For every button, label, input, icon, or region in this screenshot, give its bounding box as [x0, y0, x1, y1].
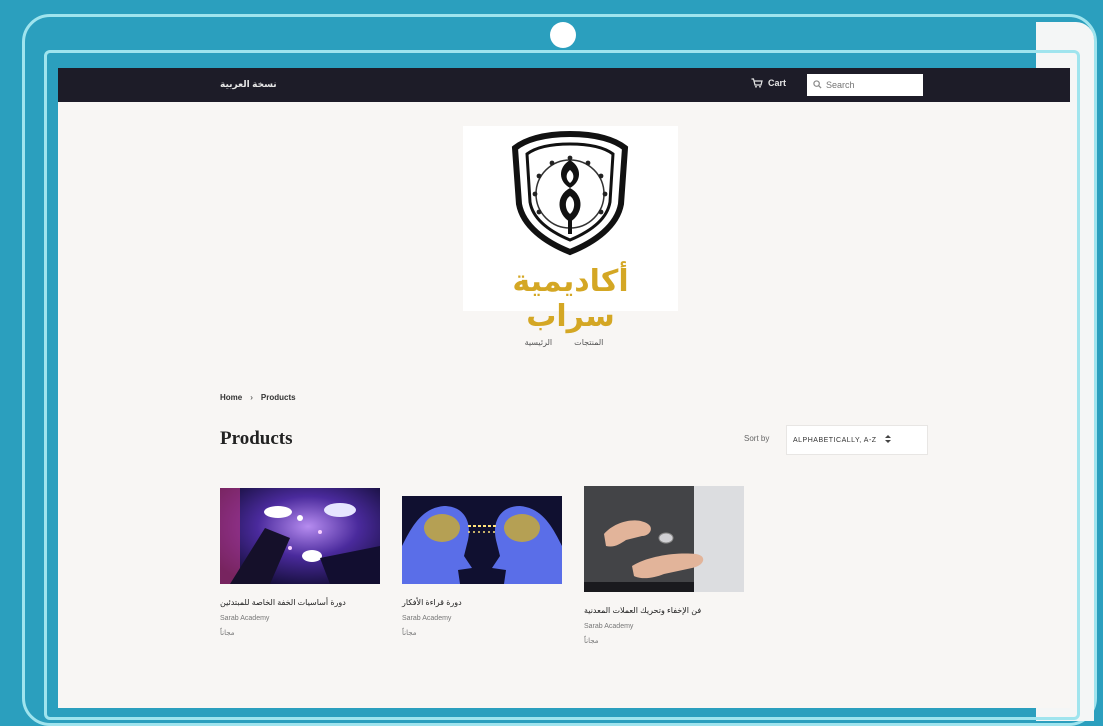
cart-link[interactable]: Cart: [751, 78, 786, 88]
breadcrumb-current: Products: [260, 393, 296, 402]
search-box[interactable]: [807, 74, 923, 96]
shield-logo-icon: [511, 130, 629, 256]
device-frame: نسخة العربية Cart Search أكاديمية سراب ا…: [0, 0, 1103, 726]
product-vendor: Sarab Academy: [584, 623, 634, 630]
search-icon: [813, 76, 822, 94]
product-price: مجاناً: [584, 638, 599, 645]
main-nav: الرئيسية المنتجات: [58, 338, 1070, 347]
browser-screen: نسخة العربية Cart Search أكاديمية سراب ا…: [58, 68, 1070, 708]
product-price: مجاناً: [402, 630, 417, 637]
site-logo[interactable]: أكاديمية سراب: [463, 126, 678, 334]
sort-label: Sort by: [744, 434, 770, 443]
nav-item-products[interactable]: المنتجات: [574, 338, 603, 347]
search-input[interactable]: [826, 80, 914, 90]
product-image[interactable]: [584, 486, 744, 592]
page-title: Products: [220, 428, 293, 449]
product-image[interactable]: [220, 488, 380, 584]
product-card[interactable]: فن الإخفاء وتحريك العملات المعدنية Sarab…: [584, 486, 744, 645]
breadcrumb-separator: ›: [250, 393, 253, 402]
product-title[interactable]: دورة أساسيات الخفة الخاصة للمبتدئين: [220, 598, 380, 607]
product-vendor: Sarab Academy: [220, 615, 270, 622]
product-title[interactable]: فن الإخفاء وتحريك العملات المعدنية: [584, 606, 744, 615]
brand-name: أكاديمية سراب: [512, 264, 629, 334]
product-title[interactable]: دورة قراءة الأفكار: [402, 598, 562, 607]
product-price: مجاناً: [220, 630, 235, 637]
language-switch-link[interactable]: نسخة العربية: [220, 79, 277, 90]
cart-label: Cart: [768, 78, 787, 88]
product-card[interactable]: دورة قراءة الأفكار Sarab Academy مجاناً: [402, 488, 562, 637]
product-vendor: Sarab Academy: [402, 615, 452, 622]
product-card[interactable]: دورة أساسيات الخفة الخاصة للمبتدئين Sara…: [220, 488, 380, 637]
camera-dot: [550, 22, 576, 48]
cart-icon: [751, 78, 763, 88]
sort-select[interactable]: ALPHABETICALLY, A-Z: [786, 425, 928, 455]
top-bar: نسخة العربية Cart: [58, 68, 1070, 102]
nav-item-home[interactable]: الرئيسية: [525, 338, 553, 347]
sort-selected-value: ALPHABETICALLY, A-Z: [793, 436, 877, 444]
breadcrumb-home[interactable]: Home: [220, 393, 242, 402]
sort-arrows-icon: [884, 434, 891, 446]
breadcrumb: Home › Products: [220, 393, 296, 402]
product-image[interactable]: [402, 496, 562, 584]
